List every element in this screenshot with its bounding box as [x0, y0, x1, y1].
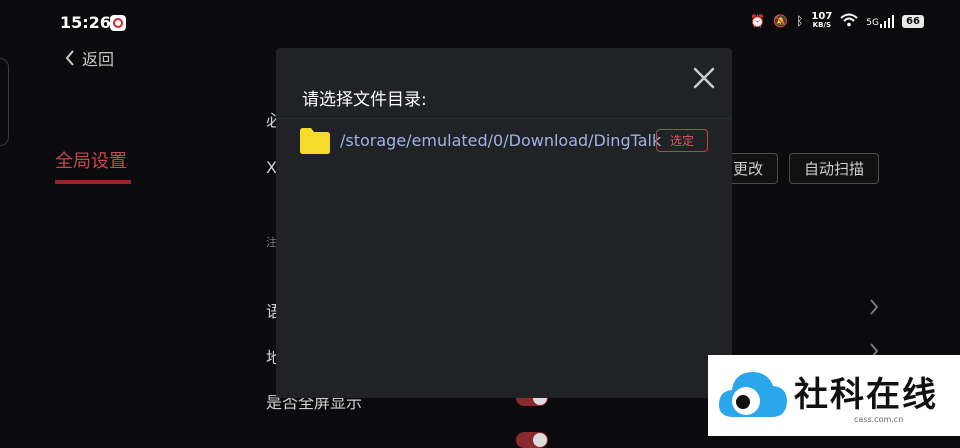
close-icon[interactable]	[690, 64, 718, 92]
directory-path: /storage/emulated/0/Download/DingTalk	[340, 131, 662, 150]
bluetooth-icon: ᛒ	[796, 14, 804, 28]
status-bar: 15:26 ⏰ 🔕 ᛒ 107 KB/S 5G 66	[0, 0, 960, 44]
alarm-icon: ⏰	[750, 14, 766, 28]
select-button[interactable]: 选定	[656, 129, 708, 152]
dialog-divider	[276, 118, 732, 119]
watermark-url: cass.com.cn	[854, 415, 904, 424]
chevron-right-icon[interactable]	[868, 298, 880, 316]
watermark: 社科在线 cass.com.cn	[708, 355, 960, 436]
status-time: 15:26	[60, 13, 111, 32]
wifi-icon	[840, 13, 858, 30]
directory-picker-dialog: 请选择文件目录: /storage/emulated/0/Download/Di…	[276, 48, 732, 398]
network-speed: 107 KB/S	[811, 11, 833, 30]
mute-icon: 🔕	[773, 14, 789, 28]
status-icons: ⏰ 🔕 ᛒ 107 KB/S 5G 66	[750, 12, 924, 30]
cloud-logo-icon	[718, 372, 787, 417]
battery-icon: 66	[902, 14, 924, 28]
back-label: 返回	[82, 50, 115, 69]
app-notification-icon	[110, 15, 126, 31]
tab-global-settings[interactable]: 全局设置	[55, 147, 127, 173]
edge-handle	[0, 58, 9, 146]
tab-active-indicator	[55, 180, 131, 184]
directory-row[interactable]: /storage/emulated/0/Download/DingTalk 选定	[300, 128, 710, 156]
chevron-left-icon	[65, 50, 74, 66]
dialog-title: 请选择文件目录:	[302, 90, 427, 110]
folder-icon	[300, 128, 330, 154]
cellular-signal-icon: 5G	[866, 14, 894, 28]
back-button[interactable]: 返回	[64, 46, 114, 70]
setting-toggle[interactable]	[516, 432, 548, 448]
auto-scan-button[interactable]: 自动扫描	[789, 153, 879, 184]
watermark-brand: 社科在线	[794, 375, 938, 415]
